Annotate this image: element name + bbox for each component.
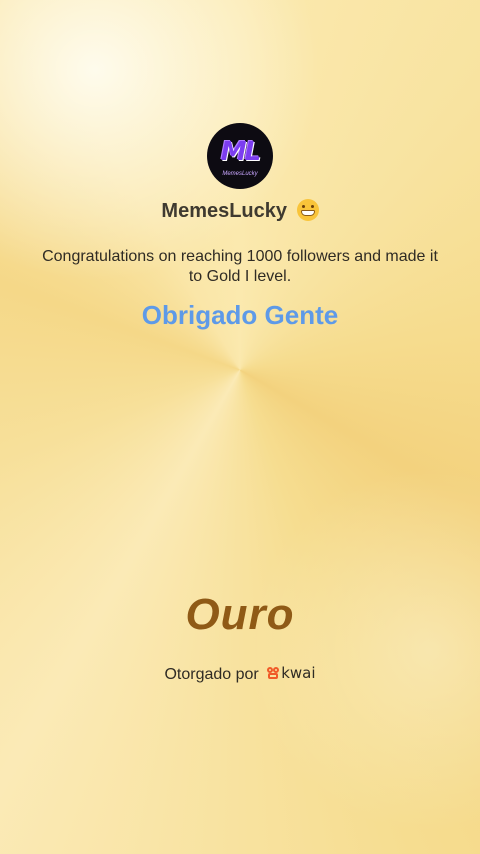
thanks-message: Obrigado Gente <box>141 300 339 330</box>
avatar-caption: MemesLucky <box>222 171 258 177</box>
username-row: MemesLucky <box>0 199 480 223</box>
level-title: Ouro <box>185 590 295 639</box>
avatar-monogram: ML <box>220 137 261 167</box>
avatar[interactable]: ML MemesLucky <box>207 123 273 189</box>
kwai-logo-icon <box>267 667 280 679</box>
username: MemesLucky <box>161 200 288 222</box>
milestone-card: ML MemesLucky MemesLucky Congratulations… <box>0 0 480 854</box>
kwai-brand: kwai <box>267 664 316 682</box>
congratulations-message: Congratulations on reaching 1000 followe… <box>42 248 438 285</box>
grinning-face-icon <box>296 199 319 221</box>
brand-name: kwai <box>281 664 316 682</box>
awarded-by-label: Otorgado por <box>164 666 259 683</box>
awarded-by-row: Otorgado por kwai <box>0 664 480 684</box>
